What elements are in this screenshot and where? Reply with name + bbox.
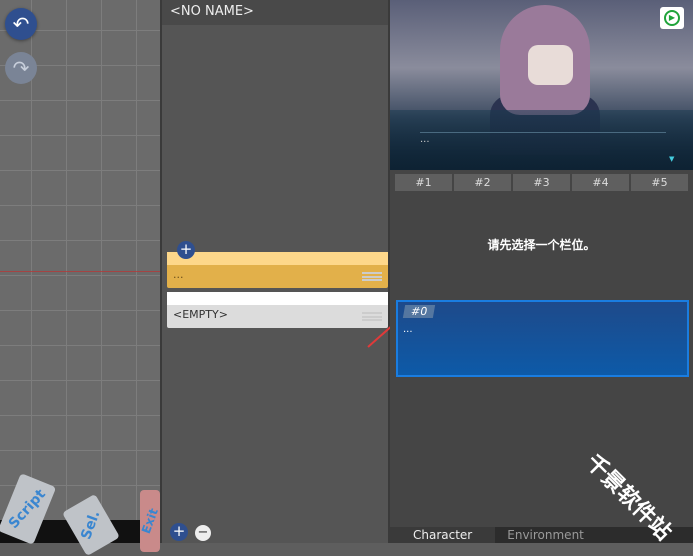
selected-dialog-card[interactable]: #0 ... <box>396 300 689 377</box>
undo-icon: ↶ <box>12 12 30 36</box>
dialog-node[interactable]: <EMPTY> <box>167 292 388 328</box>
panel-title: <NO NAME> <box>162 0 388 25</box>
next-indicator-icon: ▼ <box>669 155 675 163</box>
dialog-text: ... <box>420 134 430 145</box>
card-tag: #0 <box>402 305 436 318</box>
scene-preview: ... ▼ ▶ <box>390 0 693 170</box>
play-button[interactable]: ▶ <box>660 7 684 29</box>
tab-character[interactable]: Character <box>390 527 496 543</box>
slot-tab[interactable]: #1 <box>395 174 452 191</box>
preview-panel: ... ▼ ▶ #1 #2 #3 #4 #5 请先选择一个栏位。 #0 ... … <box>390 0 693 543</box>
redo-button[interactable]: ↷ <box>5 52 37 84</box>
node-editor-panel: <NO NAME> ... <EMPTY> + − <box>160 0 390 543</box>
slot-tabs: #1 #2 #3 #4 #5 <box>395 174 688 191</box>
dialog-node[interactable]: ... <box>167 252 388 288</box>
add-node-button[interactable]: + <box>170 523 188 541</box>
tab-environment[interactable]: Environment <box>495 527 596 543</box>
slot-tab[interactable]: #2 <box>454 174 511 191</box>
play-icon: ▶ <box>664 10 680 26</box>
redo-icon: ↷ <box>12 56 30 80</box>
remove-node-button[interactable]: − <box>195 525 211 541</box>
add-branch-button[interactable]: + <box>177 241 195 259</box>
undo-button[interactable]: ↶ <box>5 8 37 40</box>
slot-tab[interactable]: #4 <box>572 174 629 191</box>
drag-handle-icon[interactable] <box>362 272 382 281</box>
card-text: ... <box>403 324 413 335</box>
select-slot-message: 请先选择一个栏位。 <box>487 238 596 252</box>
slot-tab[interactable]: #5 <box>631 174 688 191</box>
slot-tab[interactable]: #3 <box>513 174 570 191</box>
